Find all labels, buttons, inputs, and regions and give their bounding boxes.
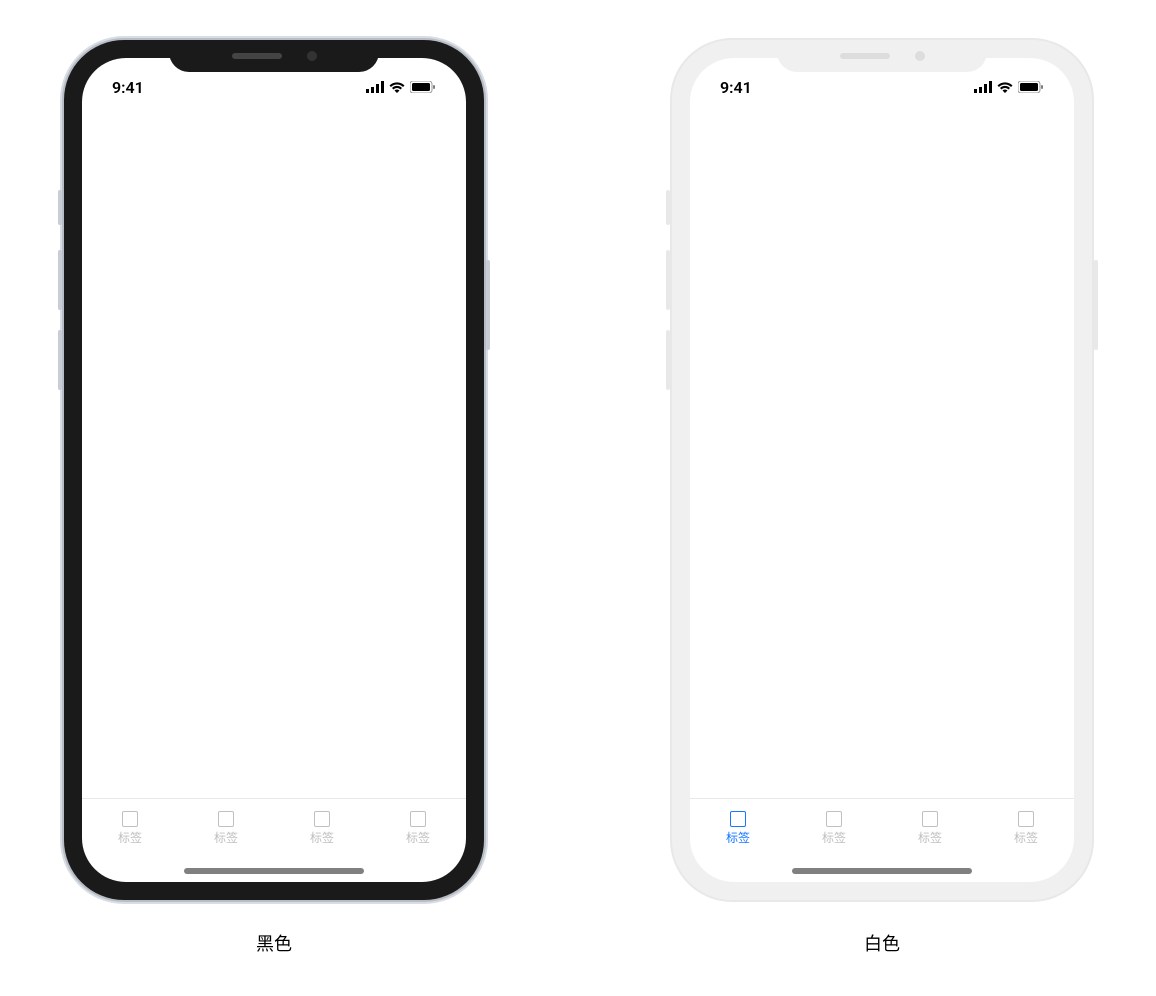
tab-item-2[interactable]: 标签 xyxy=(178,799,274,858)
status-time: 9:41 xyxy=(720,78,780,97)
tab-label: 标签 xyxy=(1014,829,1038,846)
phone-wrapper-light: 9:41 xyxy=(672,40,1092,956)
tab-item-2[interactable]: 标签 xyxy=(786,799,882,858)
phone-screen: 9:41 xyxy=(690,58,1074,882)
speaker xyxy=(840,53,890,59)
notch xyxy=(777,40,987,72)
phone-mockup-container: 9:41 xyxy=(0,0,1156,996)
tab-bar: 标签 标签 标签 标签 xyxy=(690,798,1074,858)
tab-placeholder-icon xyxy=(410,811,426,827)
status-indicators xyxy=(974,81,1044,93)
phone-caption-dark: 黑色 xyxy=(256,930,292,956)
tab-item-4[interactable]: 标签 xyxy=(978,799,1074,858)
tab-label: 标签 xyxy=(726,829,750,846)
phone-wrapper-dark: 9:41 xyxy=(64,40,484,956)
volume-down-button[interactable] xyxy=(58,330,62,390)
tab-item-4[interactable]: 标签 xyxy=(370,799,466,858)
tab-placeholder-icon xyxy=(122,811,138,827)
status-indicators xyxy=(366,81,436,93)
status-time: 9:41 xyxy=(112,78,172,97)
phone-frame-dark: 9:41 xyxy=(64,40,484,900)
tab-placeholder-icon xyxy=(730,811,746,827)
volume-up-button[interactable] xyxy=(58,250,62,310)
tab-placeholder-icon xyxy=(314,811,330,827)
power-button[interactable] xyxy=(486,260,490,350)
speaker xyxy=(232,53,282,59)
tab-placeholder-icon xyxy=(826,811,842,827)
volume-up-button[interactable] xyxy=(666,250,670,310)
power-button[interactable] xyxy=(1094,260,1098,350)
home-indicator-area xyxy=(690,858,1074,882)
wifi-icon xyxy=(997,81,1013,93)
phone-frame-light: 9:41 xyxy=(672,40,1092,900)
home-indicator[interactable] xyxy=(184,868,364,874)
tab-label: 标签 xyxy=(310,829,334,846)
home-indicator-area xyxy=(82,858,466,882)
phone-caption-light: 白色 xyxy=(864,930,900,956)
phone-screen: 9:41 xyxy=(82,58,466,882)
front-camera xyxy=(915,51,925,61)
cellular-signal-icon xyxy=(366,81,384,93)
tab-label: 标签 xyxy=(918,829,942,846)
tab-label: 标签 xyxy=(406,829,430,846)
tab-placeholder-icon xyxy=(218,811,234,827)
battery-icon xyxy=(1018,81,1044,93)
tab-label: 标签 xyxy=(214,829,238,846)
cellular-signal-icon xyxy=(974,81,992,93)
battery-icon xyxy=(410,81,436,93)
tab-item-1[interactable]: 标签 xyxy=(690,799,786,858)
home-indicator[interactable] xyxy=(792,868,972,874)
tab-item-3[interactable]: 标签 xyxy=(882,799,978,858)
volume-down-button[interactable] xyxy=(666,330,670,390)
tab-placeholder-icon xyxy=(922,811,938,827)
front-camera xyxy=(307,51,317,61)
notch xyxy=(169,40,379,72)
tab-label: 标签 xyxy=(822,829,846,846)
tab-item-1[interactable]: 标签 xyxy=(82,799,178,858)
wifi-icon xyxy=(389,81,405,93)
content-area xyxy=(690,102,1074,798)
tab-label: 标签 xyxy=(118,829,142,846)
mute-switch[interactable] xyxy=(58,190,62,225)
mute-switch[interactable] xyxy=(666,190,670,225)
content-area xyxy=(82,102,466,798)
tab-placeholder-icon xyxy=(1018,811,1034,827)
tab-bar: 标签 标签 标签 标签 xyxy=(82,798,466,858)
tab-item-3[interactable]: 标签 xyxy=(274,799,370,858)
